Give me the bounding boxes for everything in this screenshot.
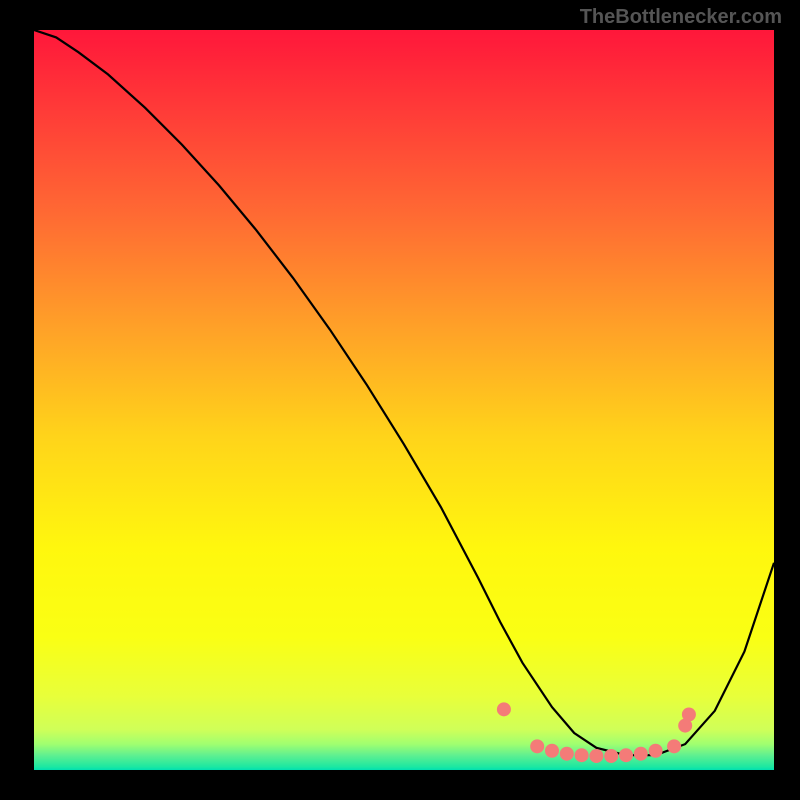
marker-dot — [497, 702, 511, 716]
chart-container: TheBottlenecker.com — [0, 0, 800, 800]
marker-dot — [530, 739, 544, 753]
marker-dot — [575, 748, 589, 762]
marker-dot — [619, 748, 633, 762]
chart-svg — [34, 30, 774, 770]
marker-dot — [560, 747, 574, 761]
marker-dot — [545, 744, 559, 758]
marker-dot — [682, 708, 696, 722]
marker-dot — [589, 749, 603, 763]
plot-area — [34, 30, 774, 770]
watermark-text: TheBottlenecker.com — [580, 6, 782, 29]
marker-dot — [649, 744, 663, 758]
marker-dot — [604, 749, 618, 763]
marker-dot — [667, 739, 681, 753]
marker-dot — [634, 747, 648, 761]
gradient-background — [34, 30, 774, 770]
